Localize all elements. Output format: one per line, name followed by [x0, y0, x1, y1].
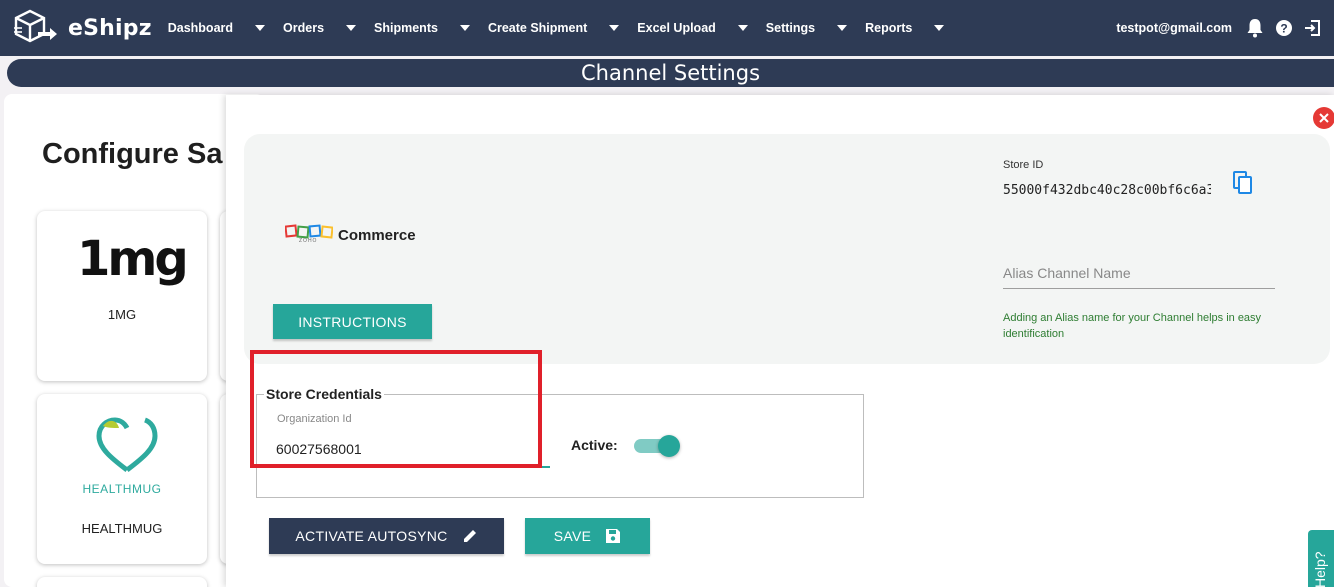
help-tab-label: Help?	[1312, 551, 1328, 587]
nav-shipments[interactable]: Shipments	[374, 21, 470, 35]
bell-icon[interactable]	[1246, 18, 1264, 38]
nav-label: Orders	[283, 21, 325, 35]
chevron-down-icon	[837, 25, 848, 31]
organization-id-input[interactable]	[276, 432, 550, 468]
heart-logo-icon	[93, 416, 161, 479]
user-email[interactable]: testpot@gmail.com	[1116, 21, 1232, 35]
brand-name: eShipz	[68, 15, 152, 41]
logout-icon[interactable]	[1304, 19, 1322, 37]
help-tab[interactable]: Help?	[1308, 530, 1334, 587]
channel-name: Commerce	[338, 227, 416, 244]
active-label: Active:	[571, 437, 618, 453]
nav-excel-upload[interactable]: Excel Upload	[637, 21, 748, 35]
nav-label: Reports	[865, 21, 913, 35]
pencil-icon	[462, 528, 478, 544]
box-logo-icon	[12, 6, 58, 51]
store-id-label: Store ID	[1003, 159, 1044, 171]
nav-label: Shipments	[374, 21, 438, 35]
healthmug-logo-text: HEALTHMUG	[82, 482, 162, 496]
card-label: 1MG	[107, 307, 137, 322]
page-title-bar: Channel Settings	[7, 59, 1334, 87]
top-navbar: eShipz Dashboard Orders Shipments Create…	[0, 0, 1334, 56]
chevron-down-icon	[255, 25, 266, 31]
zoho-sub-text: ZOHO	[299, 238, 318, 244]
nav-settings[interactable]: Settings	[765, 21, 848, 35]
chevron-down-icon	[934, 25, 945, 31]
card-label: HEALTHMUG	[81, 521, 163, 536]
nav-label: Excel Upload	[637, 21, 716, 35]
channel-card[interactable]	[37, 577, 207, 587]
1mg-logo: 1mg	[77, 231, 189, 287]
chevron-down-icon	[459, 25, 470, 31]
channel-card-1mg[interactable]: 1mg 1MG	[37, 211, 207, 381]
help-circle-icon[interactable]: ?	[1276, 20, 1292, 36]
chevron-down-icon	[609, 25, 620, 31]
nav-dashboard[interactable]: Dashboard	[167, 21, 266, 35]
zoho-commerce-logo: Commerce ZOHO	[284, 222, 416, 249]
store-id-value: 55000f432dbc40c28c00bf6c6a33	[1003, 183, 1211, 198]
organization-id-label: Organization Id	[277, 413, 352, 425]
close-icon	[1319, 113, 1329, 123]
autosync-label: ACTIVATE AUTOSYNC	[295, 528, 448, 544]
save-button[interactable]: SAVE	[525, 518, 650, 554]
nav-right: testpot@gmail.com ?	[1116, 0, 1334, 56]
nav-orders[interactable]: Orders	[283, 21, 357, 35]
nav-reports[interactable]: Reports	[865, 21, 945, 35]
nav-create-shipment[interactable]: Create Shipment	[487, 21, 620, 35]
page-title: Channel Settings	[580, 61, 761, 85]
activate-autosync-button[interactable]: ACTIVATE AUTOSYNC	[269, 518, 504, 554]
alias-help-text: Adding an Alias name for your Channel he…	[1003, 312, 1262, 340]
nav-label: Create Shipment	[487, 21, 588, 35]
chevron-down-icon	[737, 25, 748, 31]
nav-menu: Dashboard Orders Shipments Create Shipme…	[168, 21, 963, 35]
copy-icon[interactable]	[1233, 171, 1253, 200]
alias-channel-name-input[interactable]	[1003, 257, 1275, 289]
nav-label: Settings	[765, 21, 816, 35]
chevron-down-icon	[346, 25, 357, 31]
close-button[interactable]	[1313, 107, 1334, 129]
configure-title: Configure Sa	[42, 138, 223, 170]
zoho-logo-icon	[284, 222, 334, 249]
toggle-knob	[658, 435, 680, 457]
instructions-button[interactable]: INSTRUCTIONS	[273, 304, 432, 339]
store-credentials-legend: Store Credentials	[264, 386, 384, 402]
active-toggle[interactable]	[634, 435, 680, 457]
channel-card-healthmug[interactable]: HEALTHMUG HEALTHMUG	[37, 394, 207, 564]
nav-label: Dashboard	[167, 21, 234, 35]
brand[interactable]: eShipz	[12, 6, 152, 51]
save-label: SAVE	[553, 528, 592, 544]
svg-text:?: ?	[1280, 22, 1287, 36]
floppy-disk-icon	[605, 528, 621, 544]
